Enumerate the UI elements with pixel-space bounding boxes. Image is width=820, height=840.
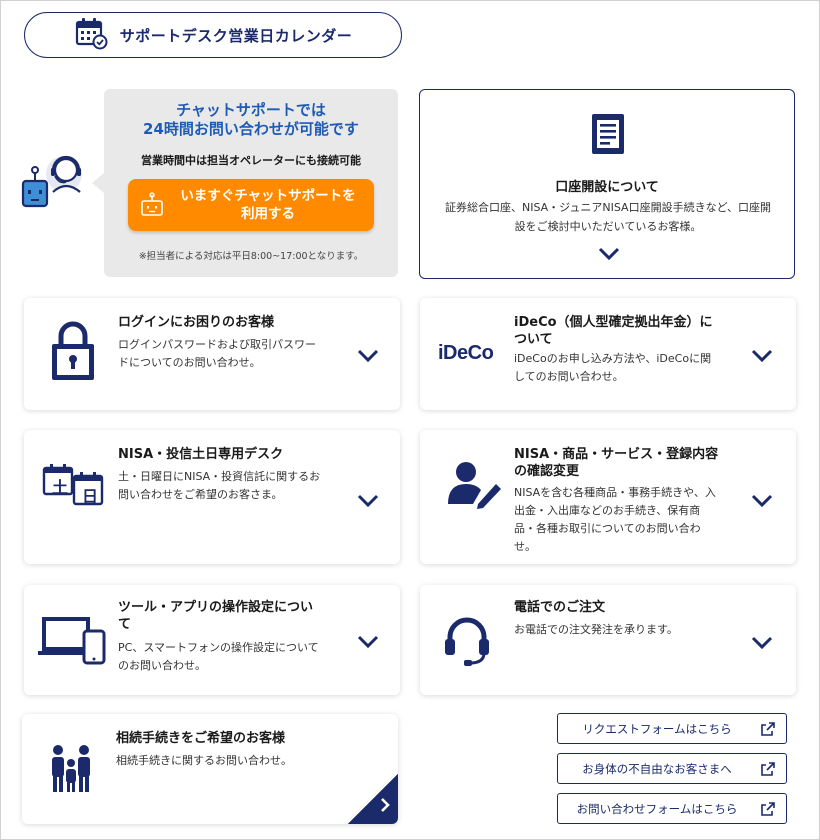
account-opening-desc: 証券総合口座、NISA・ジュニアNISA口座開設手続きなど、口座開 設をご検討中… bbox=[430, 198, 786, 236]
ideco-desc: iDeCoのお申し込み方法や、iDeCoに関 してのお問い合わせ。 bbox=[514, 350, 754, 386]
saturday-char: 土 bbox=[52, 478, 69, 497]
accessibility-link[interactable]: お身体の不自由なお客さまへ bbox=[557, 753, 787, 784]
start-chat-label: いますぐチャットサポートを 利用する bbox=[176, 187, 374, 223]
devices-icon bbox=[38, 617, 106, 669]
phone-order-card[interactable]: 電話でのご注文 お電話での注文発注を承ります。 bbox=[420, 585, 796, 695]
tools-apps-desc-line1: PC、スマートフォンの操作設定について bbox=[118, 641, 319, 654]
inheritance-desc: 相続手続きに関するお問い合わせ。 bbox=[116, 754, 292, 767]
chevron-down-icon bbox=[357, 348, 379, 367]
request-form-link[interactable]: リクエストフォームはこちら bbox=[557, 713, 787, 744]
ideco-card[interactable]: iDeCo iDeCo（個人型確定拠出年金）に ついて iDeCoのお申し込み方… bbox=[420, 298, 796, 410]
tools-apps-title-line2: て bbox=[118, 617, 132, 632]
start-chat-label-line2: 利用する bbox=[241, 206, 295, 222]
chat-robot-icon bbox=[128, 192, 176, 218]
ideco-logo: iDeCo bbox=[438, 342, 494, 364]
tools-apps-card[interactable]: ツール・アプリの操作設定につい て PC、スマートフォンの操作設定について のお… bbox=[24, 585, 400, 695]
nisa-products-desc-line1: NISAを含む各種商品・事務手続きや、入 bbox=[514, 486, 716, 499]
chevron-down-icon bbox=[751, 493, 773, 512]
chat-support-subtitle: 営業時間中は担当オペレーターにも接続可能 bbox=[141, 154, 361, 167]
accessibility-label: お身体の不自由なお客さまへ bbox=[582, 761, 732, 776]
nisa-products-title-line2: の確認変更 bbox=[514, 464, 580, 479]
start-chat-label-line1: いますぐチャットサポートを bbox=[180, 188, 356, 204]
padlock-icon bbox=[50, 320, 96, 386]
inheritance-card[interactable]: 相続手続きをご希望のお客様 相続手続きに関するお問い合わせ。 bbox=[22, 714, 398, 824]
family-icon bbox=[50, 744, 92, 798]
nisa-weekend-desc: 土・日曜日にNISA・投資信託に関するお 問い合わせをご希望のお客さま。 bbox=[118, 468, 358, 504]
ideco-title-line2: ついて bbox=[514, 332, 553, 347]
support-calendar-label: サポートデスク営業日カレンダー bbox=[119, 26, 353, 45]
ideco-title: iDeCo（個人型確定拠出年金）に ついて bbox=[514, 314, 744, 348]
chevron-down-icon bbox=[598, 246, 620, 265]
nisa-products-title: NISA・商品・サービス・登録内容 の確認変更 bbox=[514, 446, 754, 480]
nisa-products-desc-line4: せ。 bbox=[514, 540, 536, 553]
chat-support-title: チャットサポートでは 24時間お問い合わせが可能です bbox=[104, 101, 398, 139]
login-help-title: ログインにお困りのお客様 bbox=[118, 315, 275, 330]
chevron-down-icon bbox=[751, 635, 773, 654]
tools-apps-title-line1: ツール・アプリの操作設定につい bbox=[118, 600, 314, 615]
account-opening-card[interactable]: 口座開設について 証券総合口座、NISA・ジュニアNISA口座開設手続きなど、口… bbox=[419, 89, 795, 279]
chevron-down-icon bbox=[357, 634, 379, 653]
account-opening-desc-line1: 証券総合口座、NISA・ジュニアNISA口座開設手続きなど、口座開 bbox=[444, 201, 772, 214]
account-opening-desc-line2: 設をご検討中いただいているお客様。 bbox=[514, 220, 702, 233]
login-help-desc-line2: ドについてのお問い合わせ。 bbox=[118, 356, 261, 369]
calendar-check-icon bbox=[74, 16, 108, 54]
nisa-products-title-line1: NISA・商品・サービス・登録内容 bbox=[514, 447, 719, 462]
tools-apps-desc: PC、スマートフォンの操作設定について のお問い合わせ。 bbox=[118, 639, 358, 675]
login-help-desc: ログインパスワードおよび取引パスワー ドについてのお問い合わせ。 bbox=[118, 336, 358, 372]
headset-icon bbox=[444, 615, 490, 671]
external-link-icon bbox=[750, 761, 786, 776]
external-link-icon bbox=[750, 801, 786, 816]
account-opening-title: 口座開設について bbox=[555, 180, 659, 195]
nisa-weekend-desk-card[interactable]: 土 日 NISA・投信土日専用デスク 土・日曜日にNISA・投資信託に関するお … bbox=[24, 430, 400, 564]
chat-support-panel: チャットサポートでは 24時間お問い合わせが可能です 営業時間中は担当オペレータ… bbox=[92, 89, 398, 277]
ideco-desc-line2: してのお問い合わせ。 bbox=[514, 370, 624, 383]
nisa-weekend-desc-line2: 問い合わせをご希望のお客さま。 bbox=[118, 488, 283, 501]
nisa-weekend-title: NISA・投信土日専用デスク bbox=[118, 447, 284, 462]
inquiry-form-link[interactable]: お問い合わせフォームはこちら bbox=[557, 793, 787, 824]
chevron-right-icon bbox=[380, 798, 390, 816]
corner-arrow-badge bbox=[348, 774, 398, 824]
user-edit-icon bbox=[448, 460, 502, 514]
chat-hours-note: ※担当者による対応は平日8:00~17:00となります。 bbox=[138, 251, 364, 262]
chevron-down-icon bbox=[357, 493, 379, 512]
login-help-desc-line1: ログインパスワードおよび取引パスワー bbox=[118, 338, 316, 351]
nisa-products-card[interactable]: NISA・商品・サービス・登録内容 の確認変更 NISAを含む各種商品・事務手続… bbox=[420, 430, 796, 564]
inheritance-title: 相続手続きをご希望のお客様 bbox=[116, 731, 286, 746]
chat-title-line1: チャットサポートでは bbox=[176, 101, 326, 119]
chat-operator-illustration bbox=[20, 150, 100, 220]
tools-apps-desc-line2: のお問い合わせ。 bbox=[118, 659, 206, 672]
chevron-down-icon bbox=[751, 348, 773, 367]
document-icon bbox=[590, 112, 626, 160]
phone-order-title: 電話でのご注文 bbox=[514, 600, 606, 615]
nisa-products-desc-line3: 品・各種お取引についてのお問い合わ bbox=[514, 522, 701, 535]
tools-apps-title: ツール・アプリの操作設定につい て bbox=[118, 599, 358, 633]
ideco-desc-line1: iDeCoのお申し込み方法や、iDeCoに関 bbox=[514, 352, 712, 365]
chat-title-line2: 24時間お問い合わせが可能です bbox=[143, 120, 359, 138]
nisa-products-desc: NISAを含む各種商品・事務手続きや、入 出金・入出庫などのお手続き、保有商 品… bbox=[514, 484, 754, 556]
inquiry-form-label: お問い合わせフォームはこちら bbox=[576, 801, 738, 816]
request-form-label: リクエストフォームはこちら bbox=[582, 721, 732, 736]
nisa-weekend-desc-line1: 土・日曜日にNISA・投資信託に関するお bbox=[118, 470, 321, 483]
sunday-char: 日 bbox=[82, 487, 99, 506]
ideco-title-line1: iDeCo（個人型確定拠出年金）に bbox=[514, 315, 713, 330]
support-calendar-button[interactable]: サポートデスク営業日カレンダー bbox=[24, 12, 402, 58]
start-chat-button[interactable]: いますぐチャットサポートを 利用する bbox=[128, 179, 374, 231]
login-help-card[interactable]: ログインにお困りのお客様 ログインパスワードおよび取引パスワー ドについてのお問… bbox=[24, 298, 400, 410]
nisa-products-desc-line2: 出金・入出庫などのお手続き、保有商 bbox=[514, 504, 701, 517]
phone-order-desc: お電話での注文発注を承ります。 bbox=[514, 623, 678, 636]
external-link-icon bbox=[750, 721, 786, 736]
